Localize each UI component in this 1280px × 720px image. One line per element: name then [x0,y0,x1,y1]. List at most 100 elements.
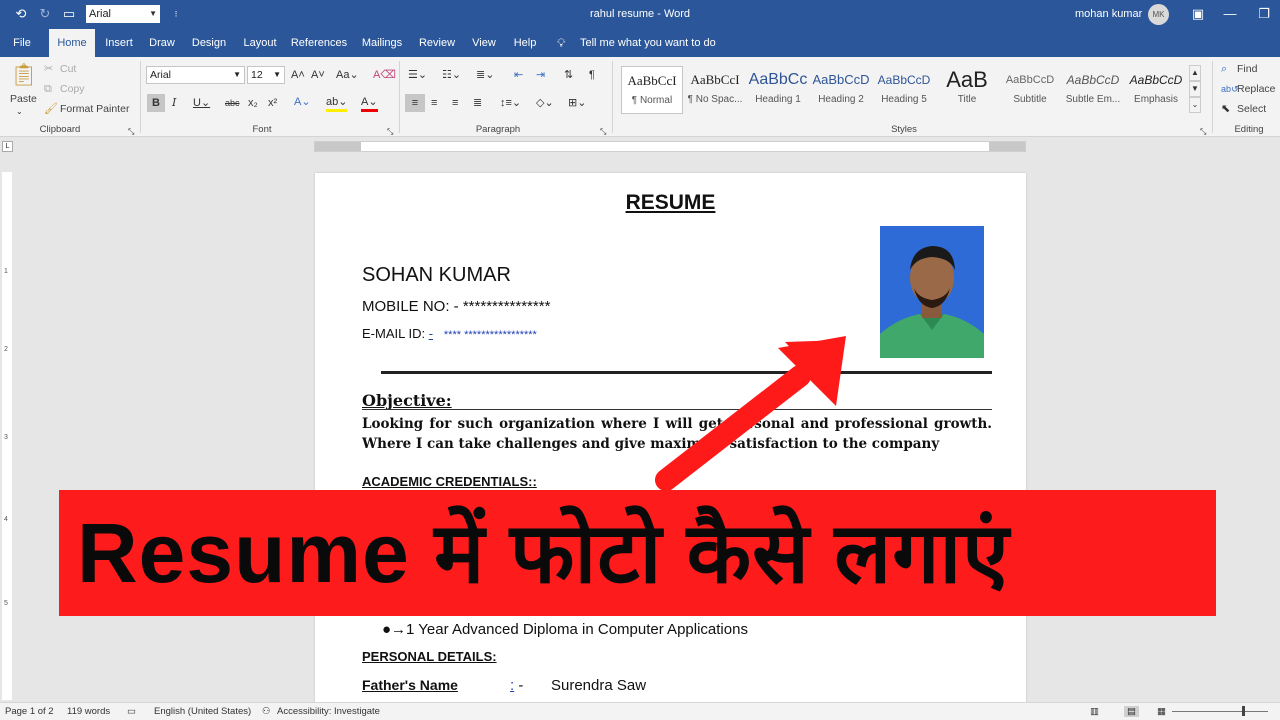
shading-icon[interactable]: ◇⌄ [536,96,554,110]
vertical-ruler[interactable]: 1 2 3 4 5 [2,172,12,700]
search-icon[interactable]: ⌕ [1221,62,1227,76]
text-effects-icon[interactable]: A⌄ [294,95,311,109]
change-case-icon[interactable]: Aa⌄ [336,68,359,82]
tab-view[interactable]: View [466,29,502,57]
style-subtle-emphasis[interactable]: AaBbCcD Subtle Em... [1062,66,1124,114]
tab-stop-selector[interactable]: L [2,141,13,152]
style-heading-5[interactable]: AaBbCcD Heading 5 [873,66,935,114]
tab-layout[interactable]: Layout [237,29,283,57]
align-right-icon[interactable]: ≡ [452,96,458,110]
chevron-down-icon[interactable]: ⌄ [16,105,23,119]
increase-indent-icon[interactable]: ⇥ [536,68,545,82]
tab-file[interactable]: File [5,29,39,57]
tell-me-search[interactable]: Tell me what you want to do [580,29,716,57]
multilevel-list-icon[interactable]: ≣⌄ [476,68,494,82]
bullets-icon[interactable]: ☰⌄ [408,68,427,82]
dialog-launcher-icon[interactable]: ⤡ [1200,125,1206,139]
italic-icon[interactable]: I [172,96,176,110]
proofing-icon[interactable]: ▭ [127,706,136,717]
highlight-icon[interactable]: ab⌄ [326,95,348,112]
zoom-slider[interactable] [1172,711,1268,712]
borders-icon[interactable]: ⊞⌄ [568,96,586,110]
style-normal[interactable]: AaBbCcI ¶ Normal [621,66,683,114]
read-mode-icon[interactable]: ▥ [1090,706,1099,717]
user-name[interactable]: mohan kumar [1075,8,1142,20]
ribbon-display-icon[interactable]: ▣ [1188,5,1208,23]
shrink-font-icon[interactable]: A˅ [311,68,325,82]
select-cursor-icon[interactable]: ⬉ [1221,102,1230,116]
chevron-down-icon[interactable]: ▼ [233,67,241,83]
clear-formatting-icon[interactable]: A⌫ [373,68,396,82]
ruler-number: 2 [4,346,8,353]
styles-more-icon[interactable]: ⌄ [1189,97,1201,113]
style-heading-1[interactable]: AaBbCc Heading 1 [747,66,809,114]
horizontal-ruler[interactable] [314,141,1026,152]
tab-design[interactable]: Design [187,29,231,57]
tab-mailings[interactable]: Mailings [356,29,408,57]
style-heading-2[interactable]: AaBbCcD Heading 2 [810,66,872,114]
format-painter-button[interactable]: Format Painter [60,103,129,115]
tab-review[interactable]: Review [414,29,460,57]
copy-button[interactable]: Copy [60,83,85,95]
replace-icon[interactable]: ab↺ [1221,82,1239,96]
tab-help[interactable]: Help [508,29,542,57]
chevron-down-icon[interactable]: ▼ [273,67,281,83]
font-size-value: 12 [251,69,263,81]
style-emphasis[interactable]: AaBbCcD Emphasis [1125,66,1187,114]
word-count[interactable]: 119 words [67,706,110,717]
cut-button[interactable]: Cut [60,63,76,75]
subscript-icon[interactable]: x₂ [248,96,258,110]
dialog-launcher-icon[interactable]: ⤡ [128,125,134,139]
font-color-icon[interactable]: A⌄ [361,95,378,112]
underline-icon[interactable]: U⌄ [193,96,210,110]
find-button[interactable]: Find [1237,63,1257,75]
show-formatting-icon[interactable]: ¶ [589,68,595,82]
page-count[interactable]: Page 1 of 2 [5,706,54,717]
print-layout-icon[interactable]: ▤ [1124,706,1139,717]
justify-icon[interactable]: ≣ [473,96,482,110]
line-spacing-icon[interactable]: ↕≡⌄ [500,96,521,110]
font-size-box[interactable]: 12 ▼ [247,66,285,84]
decrease-indent-icon[interactable]: ⇤ [514,68,523,82]
restore-icon[interactable]: ❐ [1254,5,1274,23]
dialog-launcher-icon[interactable]: ⤡ [387,125,393,139]
zoom-slider-thumb[interactable] [1242,706,1245,716]
father-name-label: Father's Name [362,677,458,693]
numbering-icon[interactable]: ☷⌄ [442,68,461,82]
avatar[interactable]: MK [1148,4,1169,25]
style-no-spacing[interactable]: AaBbCcI ¶ No Spac... [684,66,746,114]
select-button[interactable]: Select [1237,103,1266,115]
tab-home[interactable]: Home [49,29,95,57]
tab-draw[interactable]: Draw [143,29,181,57]
web-layout-icon[interactable]: ▦ [1157,706,1166,717]
style-preview: AaBbCcD [812,72,870,87]
bold-icon[interactable]: B [147,94,165,112]
accessibility-icon[interactable]: ⚇ [262,706,271,717]
minimize-icon[interactable]: — [1220,5,1240,23]
align-left-icon[interactable]: ≡ [405,94,425,112]
sort-icon[interactable]: ⇅ [564,68,573,82]
font-name-box[interactable]: Arial ▼ [146,66,245,84]
cut-icon[interactable]: ✂ [44,62,53,76]
accessibility-status[interactable]: Accessibility: Investigate [277,706,380,717]
format-painter-icon[interactable]: 🖌︎ [44,102,58,116]
profile-photo[interactable] [880,226,984,358]
tab-references[interactable]: References [288,29,350,57]
dialog-launcher-icon[interactable]: ⤡ [600,125,606,139]
style-title[interactable]: AaB Title [936,66,998,114]
styles-scroll-up-icon[interactable]: ▲ [1189,65,1201,81]
copy-icon[interactable]: ⧉ [44,82,52,96]
language-indicator[interactable]: English (United States) [154,706,251,717]
tab-insert[interactable]: Insert [100,29,138,57]
grow-font-icon[interactable]: A˄ [291,68,305,82]
paste-button[interactable]: Paste [10,93,37,105]
replace-button[interactable]: Replace [1237,83,1276,95]
strikethrough-icon[interactable]: abc [225,96,240,110]
superscript-icon[interactable]: x² [268,96,277,110]
style-subtitle[interactable]: AaBbCcD Subtitle [999,66,1061,114]
styles-scroll-down-icon[interactable]: ▼ [1189,81,1201,97]
paste-icon[interactable]: 📋︎ [10,63,38,87]
email-value[interactable]: **** ***************** [444,329,537,341]
style-preview: AaBbCcI [690,72,740,87]
align-center-icon[interactable]: ≡ [431,96,437,110]
